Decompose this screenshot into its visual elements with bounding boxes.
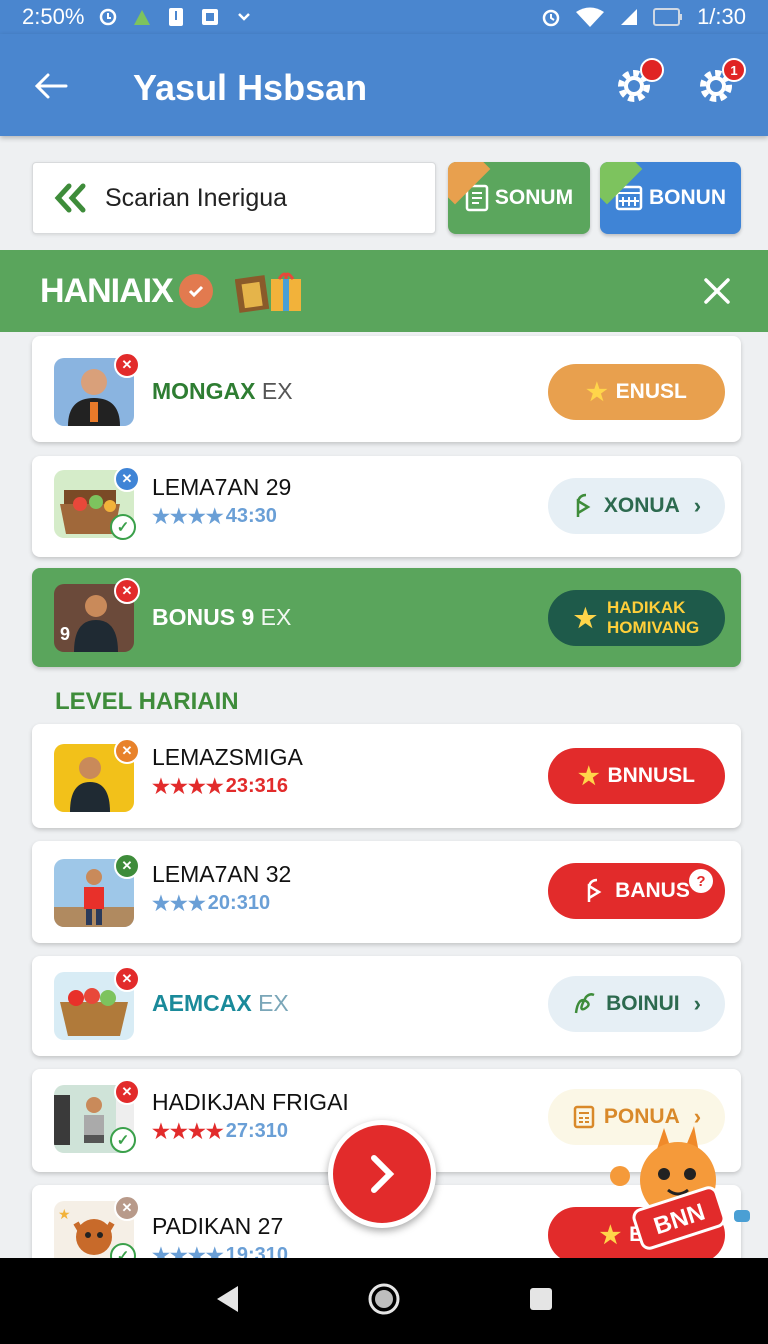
sync-icon [100,8,117,26]
bonus-button[interactable]: BANUS ? [548,863,725,919]
notification-badge [640,58,664,82]
item-rating: ★★★★ 43:30 [152,505,277,528]
triangle-icon [134,10,151,25]
bonun-label: BONUN [649,186,726,209]
tools-badge-icon: ✕ [114,853,140,879]
notification-badge: ? [689,869,713,893]
item-name: LEMAZSMIGA [152,744,303,770]
star-icon: ★★★★ [152,506,224,528]
alarm-icon [542,9,560,27]
check-icon: ✓ [110,1127,136,1153]
status-time: 1/:30 [697,4,746,29]
item-name: BONUS 9 EX [152,604,292,630]
tools-badge-icon: ✕ [114,738,140,764]
bonus-button[interactable]: ★ ENUSL [548,364,725,420]
action-label-line2: HOMIVANG [607,618,700,637]
list-item[interactable]: ✕ ✓ LEMA7AN 29 ★★★★ 43:30 XONUA › [32,456,741,557]
item-name: MONGAX EX [152,378,293,404]
page-title: Yasul Hsbsan [133,67,368,108]
action-label: ENUSL [615,380,687,403]
sonum-button[interactable]: SONUM [448,162,590,234]
sprout-icon [587,878,602,902]
verified-icon [178,274,213,308]
close-icon[interactable] [702,276,732,306]
action-label: BANUS [615,879,690,902]
item-rating: ★★★★ 27:310 [152,1120,288,1143]
tools-badge-icon: ✕ [114,1079,140,1105]
notification-badge: 1 [722,58,746,82]
chevron-right-icon [371,1155,395,1193]
app-screen: 2:50% 1/:30 Yasul Hsbsan 1 Scarian Ineri… [0,0,768,1344]
item-name: AEMCAX EX [152,990,289,1016]
close-badge-icon: ✕ [114,352,140,378]
svg-text:9: 9 [60,624,70,644]
double-chevron-left-icon [54,183,86,213]
settings-button-2[interactable]: 1 [694,58,746,108]
list-item[interactable]: ✕ LEMA7AN 32 ★★★ 20:310 BANUS ? [32,841,741,943]
chevron-right-icon: › [693,493,702,518]
list-item[interactable]: ✕ LEMAZSMIGA ★★★★ 23:316 ★ BNNUSL [32,724,741,828]
check-icon: ✓ [110,514,136,540]
search-text: Scarian Inerigua [105,183,288,212]
sprout-icon [574,993,595,1014]
star-icon: ★ [577,762,600,790]
list-item[interactable]: ✕ MONGAX EX ★ ENUSL [32,336,741,442]
bonus-button[interactable]: ★ HADIKAK HOMIVANG [548,590,725,646]
list-item-highlighted[interactable]: 9 ✕ BONUS 9 EX ★ HADIKAK HOMIVANG [32,568,741,667]
tools-badge-icon: ✕ [114,1195,140,1221]
chevron-down-icon [238,13,251,21]
square-icon [202,9,219,25]
item-rating: ★★★★ 23:316 [152,775,288,798]
bonus-button[interactable]: XONUA › [548,478,725,534]
star-icon: ★★★★ [152,1121,224,1143]
star-icon: ★ [573,602,598,633]
action-label: HADIKAK HOMIVANG [607,598,699,638]
mascot-character[interactable]: BNN [604,1118,754,1258]
action-label: BOINUI [606,992,680,1015]
back-nav-icon[interactable] [214,1284,240,1319]
action-label: BNNUSL [607,764,696,787]
item-name: LEMA7AN 29 [152,474,292,500]
star-icon: ★★★ [152,893,206,915]
close-badge-icon: ✕ [114,466,140,492]
bonun-button[interactable]: BONUN [600,162,741,234]
info-icon [169,8,184,26]
home-nav-icon[interactable] [367,1282,401,1321]
sprout-icon [576,493,591,517]
item-name: HADIKJAN FRIGAI [152,1089,349,1115]
next-fab-button[interactable] [328,1120,436,1228]
chevron-right-icon: › [693,991,701,1016]
item-name: PADIKAN 27 [152,1213,284,1239]
star-icon: ★ [586,378,608,406]
bonus-button[interactable]: BOINUI › [548,976,725,1032]
action-label-line1: HADIKAK [607,598,686,617]
close-badge-icon: ✕ [114,578,140,604]
calculator-icon [573,1105,595,1129]
list-item[interactable]: ✕ AEMCAX EX BOINUI › [32,956,741,1056]
signal-icon [621,9,638,25]
battery-icon [653,8,683,26]
system-nav-bar [0,1258,768,1344]
item-name: LEMA7AN 32 [152,861,292,887]
recents-nav-icon[interactable] [528,1286,554,1317]
action-label: XONUA [603,494,680,517]
status-left-text: 2:50% [22,4,85,29]
gift-box-icon [234,272,301,313]
svg-text:★: ★ [58,1206,71,1222]
star-icon: ★★★★ [152,776,224,798]
bonus-button[interactable]: ★ BNNUSL [548,748,725,804]
back-arrow-icon[interactable] [30,66,70,106]
settings-button-1[interactable] [612,58,664,108]
search-field[interactable]: Scarian Inerigua [32,162,436,234]
app-bar: Yasul Hsbsan 1 [0,34,768,136]
banner-title: HANIAIX [40,271,174,310]
section-title: LEVEL HARIAIN [55,688,239,715]
sonum-label: SONUM [494,186,574,209]
item-rating: ★★★ 20:310 [152,892,271,915]
wifi-icon [576,7,605,27]
tools-badge-icon: ✕ [114,966,140,992]
category-banner: HANIAIX [0,250,768,332]
status-bar: 2:50% 1/:30 [0,0,768,34]
